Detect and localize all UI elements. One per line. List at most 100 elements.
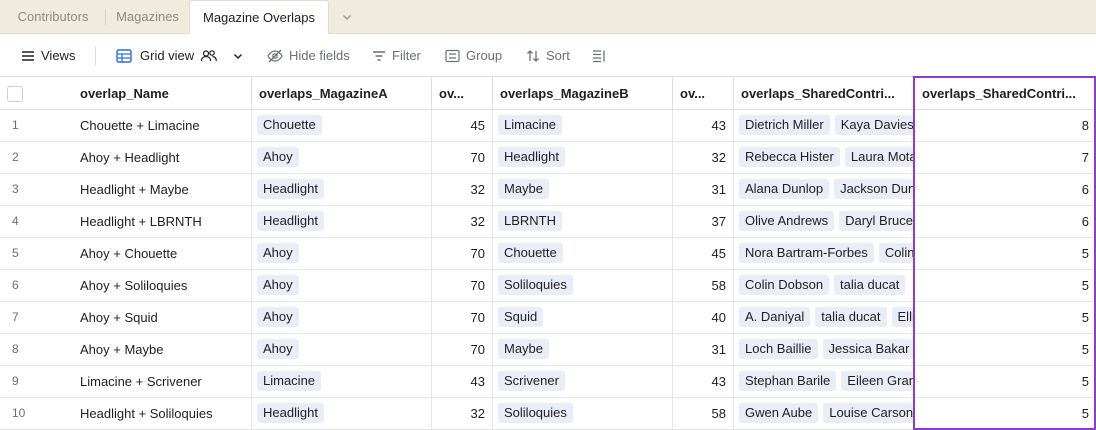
column-header-overlap-name[interactable]: overlap_Name — [73, 77, 252, 110]
grid-view-button[interactable]: Grid view — [116, 34, 244, 77]
linked-record-chip[interactable]: Ahoy — [257, 275, 299, 295]
magazine-a-cell[interactable]: Limacine — [252, 366, 432, 397]
shared-contributors-cell[interactable]: Gwen Aube Louise Carson — [734, 398, 915, 429]
linked-record-chip[interactable]: Headlight — [257, 403, 324, 423]
table-row[interactable]: 1 Chouette + Limacine Chouette 45 Limacine 43… — [0, 110, 1096, 142]
linked-record-chip[interactable]: Maybe — [498, 339, 550, 359]
magazine-a-count-cell[interactable]: 32 — [432, 174, 493, 205]
linked-record-chip[interactable]: Headlight — [257, 179, 324, 199]
linked-record-chip[interactable]: Limacine — [257, 371, 322, 391]
overlap-name-cell[interactable]: Chouette + Limacine — [73, 110, 252, 141]
magazine-a-count-cell[interactable]: 70 — [432, 238, 493, 269]
shared-contributors-count-cell[interactable]: 7 — [915, 142, 1096, 173]
tabs-more-button[interactable] — [333, 0, 361, 34]
linked-record-chip[interactable]: Laura Mota- — [844, 147, 914, 167]
table-row[interactable]: 9 Limacine + Scrivener Limacine 43 Scrivener… — [0, 366, 1096, 398]
linked-record-chip[interactable]: Ahoy — [257, 307, 299, 327]
magazine-b-cell[interactable]: Soliloquies — [493, 270, 673, 301]
linked-record-chip[interactable]: Colin — [878, 243, 914, 263]
magazine-a-count-cell[interactable]: 32 — [432, 398, 493, 429]
overlap-name-cell[interactable]: Headlight + Maybe — [73, 174, 252, 205]
overlap-name-cell[interactable]: Limacine + Scrivener — [73, 366, 252, 397]
overlap-name-cell[interactable]: Ahoy + Chouette — [73, 238, 252, 269]
overlap-name-cell[interactable]: Ahoy + Maybe — [73, 334, 252, 365]
linked-record-chip[interactable]: Daryl Bruce — [839, 211, 914, 231]
linked-record-chip[interactable]: Limacine — [498, 115, 563, 135]
overlap-name-cell[interactable]: Headlight + Soliloquies — [73, 398, 252, 429]
table-row[interactable]: 3 Headlight + Maybe Headlight 32 Maybe 31 Alan… — [0, 174, 1096, 206]
shared-contributors-cell[interactable]: Dietrich Miller Kaya Davies — [734, 110, 915, 141]
magazine-b-count-cell[interactable]: 40 — [673, 302, 734, 333]
table-row[interactable]: 8 Ahoy + Maybe Ahoy 70 Maybe 31 Loch Baillie Je… — [0, 334, 1096, 366]
magazine-a-cell[interactable]: Headlight — [252, 174, 432, 205]
linked-record-chip[interactable]: Ahoy — [257, 243, 299, 263]
table-row[interactable]: 4 Headlight + LBRNTH Headlight 32 LBRNTH 37 Ol… — [0, 206, 1096, 238]
sort-button[interactable]: Sort — [526, 34, 570, 77]
magazine-b-cell[interactable]: Soliloquies — [493, 398, 673, 429]
shared-contributors-count-cell[interactable]: 5 — [915, 398, 1096, 429]
magazine-a-count-cell[interactable]: 70 — [432, 302, 493, 333]
linked-record-chip[interactable]: A. Daniyal — [739, 307, 811, 327]
magazine-a-cell[interactable]: Ahoy — [252, 270, 432, 301]
magazine-a-count-cell[interactable]: 32 — [432, 206, 493, 237]
magazine-b-count-cell[interactable]: 58 — [673, 270, 734, 301]
linked-record-chip[interactable]: Ahoy — [257, 147, 299, 167]
magazine-a-count-cell[interactable]: 70 — [432, 270, 493, 301]
column-header-magazine-b[interactable]: overlaps_MagazineB — [493, 77, 673, 110]
overlap-name-cell[interactable]: Ahoy + Headlight — [73, 142, 252, 173]
column-header-magazine-a-count[interactable]: ov... — [432, 77, 493, 110]
linked-record-chip[interactable]: Headlight — [257, 211, 324, 231]
shared-contributors-count-cell[interactable]: 5 — [915, 270, 1096, 301]
magazine-b-cell[interactable]: LBRNTH — [493, 206, 673, 237]
magazine-b-cell[interactable]: Squid — [493, 302, 673, 333]
shared-contributors-cell[interactable]: Rebecca Hister Laura Mota- — [734, 142, 915, 173]
linked-record-chip[interactable]: Kaya Davies — [834, 115, 914, 135]
magazine-a-count-cell[interactable]: 70 — [432, 334, 493, 365]
views-button[interactable]: Views — [21, 34, 75, 77]
linked-record-chip[interactable]: Squid — [498, 307, 544, 327]
shared-contributors-cell[interactable]: Nora Bartram-Forbes Colin — [734, 238, 915, 269]
magazine-b-count-cell[interactable]: 31 — [673, 334, 734, 365]
filter-button[interactable]: Filter — [372, 34, 421, 77]
overlap-name-cell[interactable]: Headlight + LBRNTH — [73, 206, 252, 237]
magazine-a-cell[interactable]: Ahoy — [252, 302, 432, 333]
shared-contributors-count-cell[interactable]: 5 — [915, 302, 1096, 333]
linked-record-chip[interactable]: Stephan Barile — [739, 371, 837, 391]
row-height-button[interactable] — [592, 34, 606, 77]
linked-record-chip[interactable]: talia ducat — [834, 275, 906, 295]
magazine-b-count-cell[interactable]: 43 — [673, 366, 734, 397]
magazine-b-count-cell[interactable]: 58 — [673, 398, 734, 429]
shared-contributors-count-cell[interactable]: 5 — [915, 334, 1096, 365]
magazine-b-count-cell[interactable]: 37 — [673, 206, 734, 237]
shared-contributors-count-cell[interactable]: 8 — [915, 110, 1096, 141]
shared-contributors-count-cell[interactable]: 6 — [915, 206, 1096, 237]
linked-record-chip[interactable]: Eileen Grant — [841, 371, 914, 391]
overlap-name-cell[interactable]: Ahoy + Soliloquies — [73, 270, 252, 301]
magazine-a-count-cell[interactable]: 45 — [432, 110, 493, 141]
linked-record-chip[interactable]: Loch Baillie — [739, 339, 818, 359]
linked-record-chip[interactable]: Colin Dobson — [739, 275, 830, 295]
linked-record-chip[interactable]: Nora Bartram-Forbes — [739, 243, 874, 263]
linked-record-chip[interactable]: Rebecca Hister — [739, 147, 840, 167]
shared-contributors-count-cell[interactable]: 5 — [915, 238, 1096, 269]
group-button[interactable]: Group — [445, 34, 502, 77]
shared-contributors-cell[interactable]: Stephan Barile Eileen Grant — [734, 366, 915, 397]
column-header-shared-contributors[interactable]: overlaps_SharedContri... — [734, 77, 915, 110]
shared-contributors-cell[interactable]: Alana Dunlop Jackson Dunn — [734, 174, 915, 205]
magazine-a-cell[interactable]: Ahoy — [252, 142, 432, 173]
magazine-a-count-cell[interactable]: 43 — [432, 366, 493, 397]
magazine-b-cell[interactable]: Limacine — [493, 110, 673, 141]
magazine-b-cell[interactable]: Maybe — [493, 334, 673, 365]
linked-record-chip[interactable]: Chouette — [498, 243, 563, 263]
magazine-b-cell[interactable]: Headlight — [493, 142, 673, 173]
magazine-a-cell[interactable]: Headlight — [252, 398, 432, 429]
shared-contributors-cell[interactable]: Loch Baillie Jessica Bakar — [734, 334, 915, 365]
table-row[interactable]: 2 Ahoy + Headlight Ahoy 70 Headlight 32 Rebecc… — [0, 142, 1096, 174]
linked-record-chip[interactable]: Olive Andrews — [739, 211, 835, 231]
magazine-a-cell[interactable]: Ahoy — [252, 334, 432, 365]
shared-contributors-count-cell[interactable]: 5 — [915, 366, 1096, 397]
linked-record-chip[interactable]: Scrivener — [498, 371, 565, 391]
magazine-b-cell[interactable]: Chouette — [493, 238, 673, 269]
magazine-b-cell[interactable]: Scrivener — [493, 366, 673, 397]
shared-contributors-count-cell[interactable]: 6 — [915, 174, 1096, 205]
